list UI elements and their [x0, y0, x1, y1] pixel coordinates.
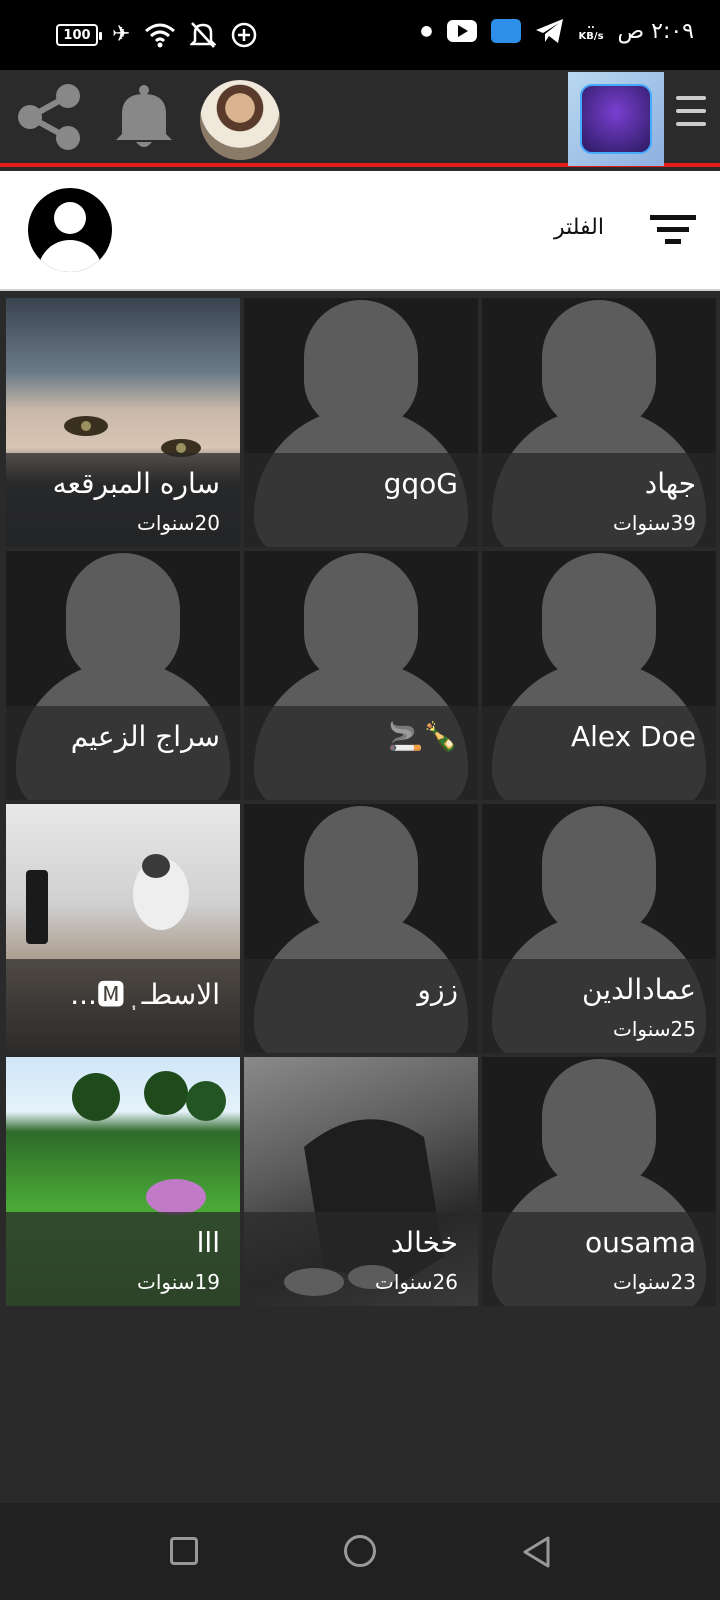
profile-card[interactable]: 🍾🚬 [244, 551, 478, 800]
profile-age: 25سنوات [613, 1017, 696, 1041]
profile-name: Alex Doe [570, 720, 696, 753]
filter-icon[interactable] [650, 215, 696, 249]
dot-indicator-icon: ● [420, 23, 433, 39]
filter-bar: الفلتر [0, 171, 720, 291]
account-icon[interactable] [28, 188, 112, 272]
profile-name: ousama [584, 1226, 696, 1259]
back-button[interactable] [520, 1535, 554, 1569]
profile-age: 23سنوات [613, 1270, 696, 1294]
profile-name: gqoG [383, 467, 458, 500]
app-logo-badge [580, 84, 652, 154]
wifi-icon [145, 23, 176, 48]
cloud-app-icon [490, 19, 521, 43]
profile-age: 20سنوات [137, 511, 220, 535]
system-nav-bar [0, 1503, 720, 1600]
recents-button[interactable] [170, 1537, 198, 1565]
youtube-icon [446, 20, 477, 42]
status-bar: 100 ✈ ● .. KB/s ٢:٠٩ ص [0, 0, 720, 70]
network-speed-unit: KB/s [578, 31, 604, 42]
profile-age: 26سنوات [375, 1270, 458, 1294]
status-icons-left: 100 ✈ [56, 20, 258, 50]
profile-age: 19سنوات [137, 1270, 220, 1294]
profile-card[interactable]: lll 19سنوات [6, 1057, 240, 1306]
profile-name: الاسطـ ᷂ 🅼... [70, 978, 220, 1011]
network-speed-value: .. [587, 20, 595, 31]
menu-icon[interactable] [676, 96, 706, 136]
network-speed: .. KB/s [579, 20, 604, 42]
status-icons-right: ● .. KB/s ٢:٠٩ ص [420, 16, 694, 46]
share-icon[interactable] [14, 82, 84, 152]
app-bar [0, 70, 720, 167]
profile-card[interactable]: سراج الزعيم [6, 551, 240, 800]
profile-name: جهاد [644, 467, 696, 500]
profile-name: ساره المبرقعه [52, 467, 220, 500]
profile-name: خخالد [390, 1226, 458, 1259]
battery-icon: 100 [56, 24, 102, 46]
profile-card[interactable]: الاسطـ ᷂ 🅼... [6, 804, 240, 1053]
app-logo[interactable] [568, 72, 664, 166]
profile-name: lll [196, 1226, 220, 1259]
profile-card[interactable]: Alex Doe [482, 551, 716, 800]
profile-name: 🍾🚬 [388, 720, 458, 753]
profile-card[interactable]: ousama 23سنوات [482, 1057, 716, 1306]
notifications-bell-icon[interactable] [114, 84, 174, 150]
telegram-icon [535, 19, 563, 43]
filter-label[interactable]: الفلتر [554, 215, 604, 240]
home-button[interactable] [344, 1535, 376, 1567]
profile-card[interactable]: جهاد 39سنوات [482, 298, 716, 547]
profile-card[interactable]: gqoG [244, 298, 478, 547]
clock: ٢:٠٩ ص [617, 18, 694, 44]
profile-card[interactable]: عمادالدين 25سنوات [482, 804, 716, 1053]
profile-age: 39سنوات [613, 511, 696, 535]
profile-card[interactable]: ززو [244, 804, 478, 1053]
profile-name: عمادالدين [581, 973, 696, 1006]
bell-off-icon [190, 22, 217, 48]
battery-level: 100 [63, 27, 91, 43]
profile-card[interactable]: ساره المبرقعه 20سنوات [6, 298, 240, 547]
profile-card[interactable]: خخالد 26سنوات [244, 1057, 478, 1306]
user-avatar[interactable] [200, 80, 280, 160]
profile-name: ززو [417, 973, 458, 1006]
profile-name: سراج الزعيم [70, 720, 220, 753]
airplane-icon: ✈ [112, 22, 131, 47]
data-saver-icon [232, 22, 257, 48]
